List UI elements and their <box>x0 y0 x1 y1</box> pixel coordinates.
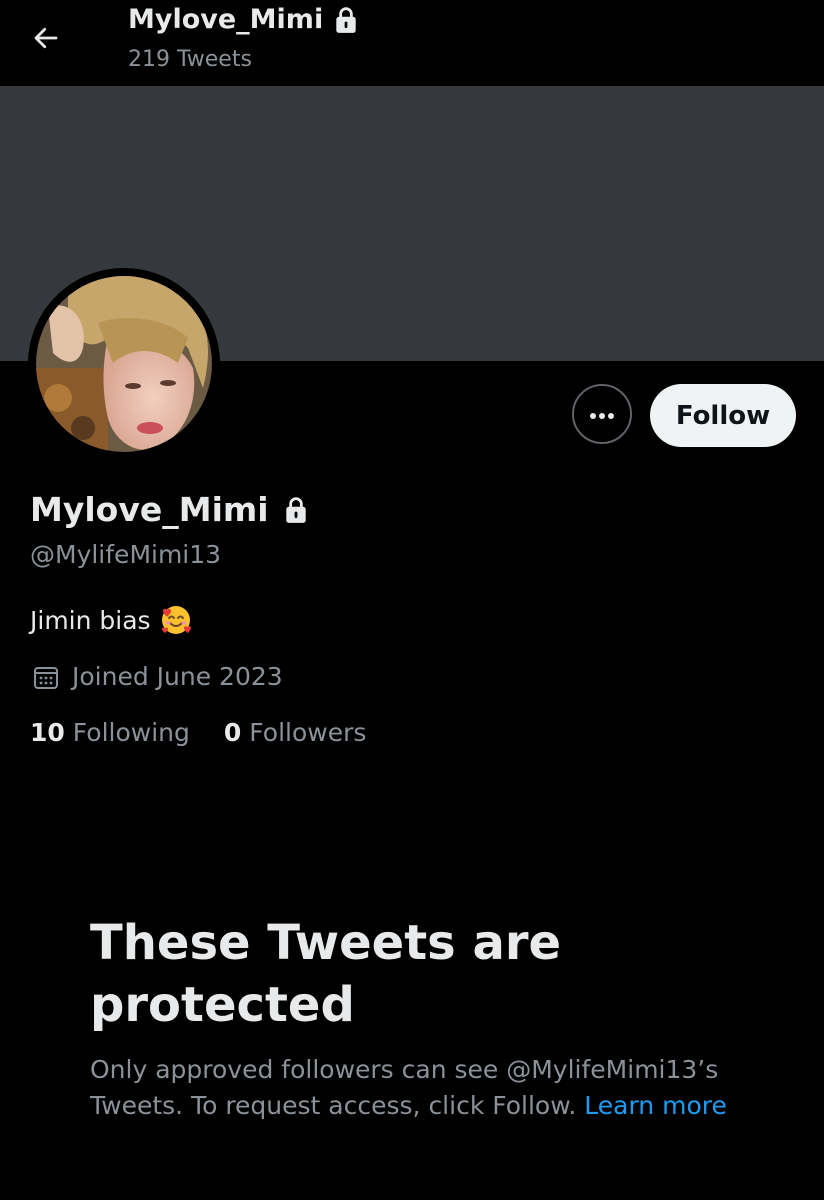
header-title: Mylove_Mimi <box>128 4 359 35</box>
tweet-count: 219 Tweets <box>128 47 252 72</box>
lock-icon <box>333 6 359 34</box>
protected-title: These Tweets are protected <box>90 915 562 1033</box>
followers-count: 0 <box>223 718 242 747</box>
calendar-icon <box>32 663 60 691</box>
following-link[interactable]: 10 Following <box>30 718 190 747</box>
bio: Jimin bias <box>30 603 193 637</box>
back-button[interactable] <box>26 20 66 60</box>
display-name-text: Mylove_Mimi <box>30 490 269 529</box>
follow-button[interactable]: Follow <box>650 384 796 447</box>
header-title-text: Mylove_Mimi <box>128 4 324 35</box>
arrow-left-icon <box>31 23 61 57</box>
joined-date: Joined June 2023 <box>32 662 283 691</box>
followers-label: Followers <box>249 718 367 747</box>
avatar[interactable] <box>28 268 220 460</box>
top-bar: Mylove_Mimi 219 Tweets <box>0 0 824 86</box>
joined-text: Joined June 2023 <box>72 662 283 691</box>
follow-stats: 10 Following 0 Followers <box>30 718 366 747</box>
protected-message: Only approved followers can see @MylifeM… <box>90 1052 770 1124</box>
smiling-face-with-hearts-icon <box>159 603 193 637</box>
bio-text: Jimin bias <box>30 605 151 635</box>
display-name: Mylove_Mimi <box>30 490 309 529</box>
user-handle: @MylifeMimi13 <box>30 540 222 569</box>
more-horizontal-icon <box>589 405 615 424</box>
following-label: Following <box>72 718 190 747</box>
following-count: 10 <box>30 718 65 747</box>
lock-icon <box>283 496 309 524</box>
learn-more-link[interactable]: Learn more <box>584 1091 727 1120</box>
followers-link[interactable]: 0 Followers <box>224 718 367 747</box>
more-options-button[interactable] <box>572 384 632 444</box>
